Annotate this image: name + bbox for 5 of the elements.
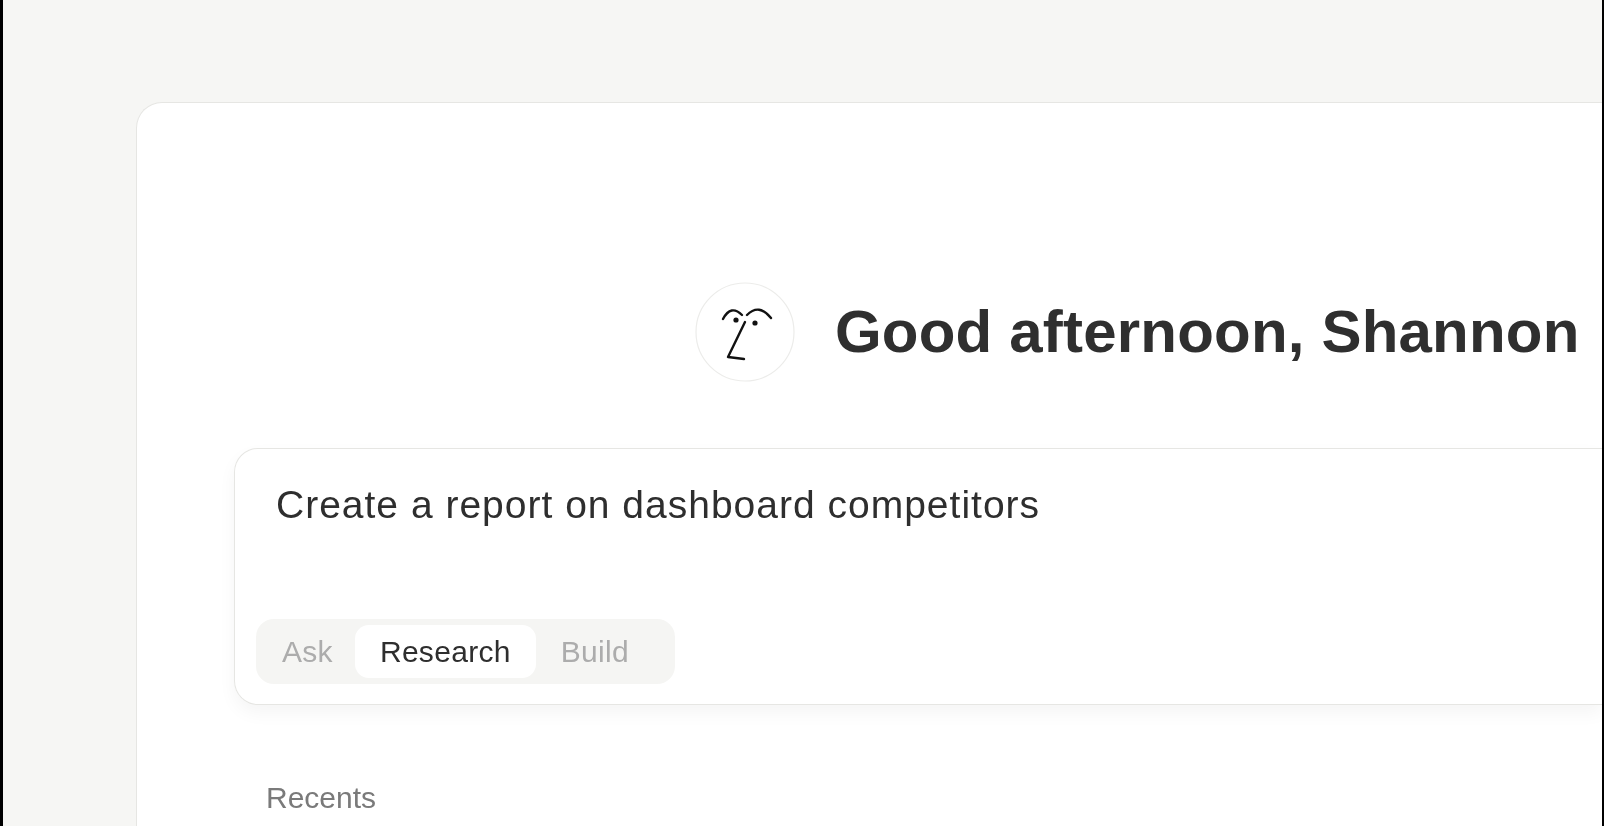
mode-tab[interactable]: Research [354, 625, 536, 678]
prompt-field[interactable]: Create a report on dashboard competitors [256, 482, 1602, 529]
recents-heading: Recents [266, 780, 378, 816]
greeting-heading: Good afternoon, Shannon [835, 297, 1580, 367]
face-doodle-icon [695, 282, 795, 382]
